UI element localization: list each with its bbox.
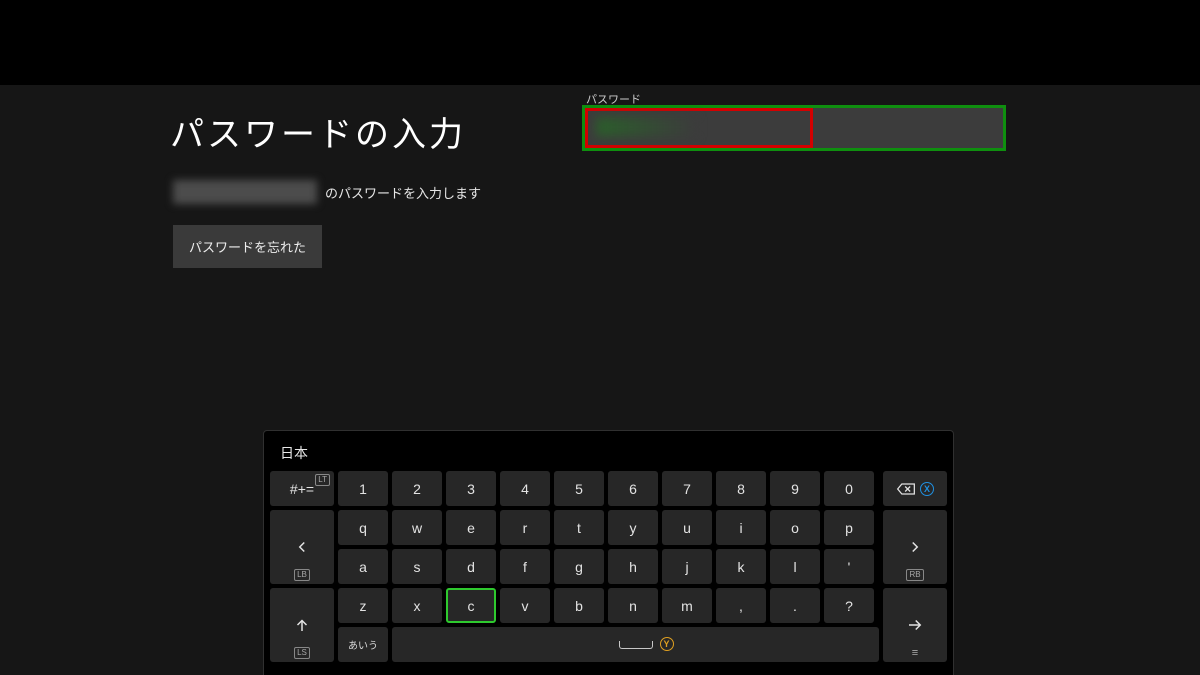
key-b[interactable]: b [554,588,604,623]
key-r[interactable]: r [500,510,550,545]
key-c[interactable]: c [446,588,496,623]
content-area: パスワードの入力 パスワード のパスワードを入力します パスワードを忘れた 日本… [0,85,1200,675]
key-g[interactable]: g [554,549,604,584]
space-icon [619,641,653,649]
password-input[interactable] [585,108,813,148]
key-8[interactable]: 8 [716,471,766,506]
key-4[interactable]: 4 [500,471,550,506]
key-apostrophe[interactable]: ' [824,549,874,584]
key-s[interactable]: s [392,549,442,584]
key-m[interactable]: m [662,588,712,623]
key-1[interactable]: 1 [338,471,388,506]
keyboard-language: 日本 [270,437,947,471]
symbol-mode-key[interactable]: #+= LT [270,471,334,506]
key-w[interactable]: w [392,510,442,545]
key-n[interactable]: n [608,588,658,623]
key-o[interactable]: o [770,510,820,545]
chevron-left-icon [293,538,311,556]
kb-row-3: a s d f g h j k l ' [338,549,879,584]
key-u[interactable]: u [662,510,712,545]
forgot-password-button[interactable]: パスワードを忘れた [173,225,322,268]
backspace-key[interactable]: X [883,471,947,506]
keyboard-left-column: #+= LT LB LS [270,471,334,662]
key-a[interactable]: a [338,549,388,584]
key-6[interactable]: 6 [608,471,658,506]
space-key[interactable]: Y [392,627,879,662]
kb-row-space: あいう Y [338,627,879,662]
key-v[interactable]: v [500,588,550,623]
kana-mode-key[interactable]: あいう [338,627,388,662]
key-q[interactable]: q [338,510,388,545]
top-bar [0,0,1200,85]
key-7[interactable]: 7 [662,471,712,506]
key-e[interactable]: e [446,510,496,545]
key-j[interactable]: j [662,549,712,584]
key-p[interactable]: p [824,510,874,545]
kb-row-4: z x c v b n m , . ? [338,588,879,623]
key-y[interactable]: y [608,510,658,545]
key-comma[interactable]: , [716,588,766,623]
key-2[interactable]: 2 [392,471,442,506]
enter-key[interactable]: ≡ [883,588,947,662]
key-k[interactable]: k [716,549,766,584]
keyboard-right-column: X RB ≡ [883,471,947,662]
password-value-redacted [596,117,696,137]
on-screen-keyboard: 日本 #+= LT LB LS 1 [263,430,954,675]
key-i[interactable]: i [716,510,766,545]
shift-key[interactable]: LS [270,588,334,662]
keyboard-main-grid: 1 2 3 4 5 6 7 8 9 0 q w e r t y [338,471,879,662]
user-prompt-suffix: のパスワードを入力します [325,183,481,202]
key-h[interactable]: h [608,549,658,584]
key-0[interactable]: 0 [824,471,874,506]
username-redacted [173,180,317,204]
key-l[interactable]: l [770,549,820,584]
key-question[interactable]: ? [824,588,874,623]
backspace-icon [896,482,916,496]
key-z[interactable]: z [338,588,388,623]
password-input-highlight[interactable] [582,105,1006,151]
kb-row-2: q w e r t y u i o p [338,510,879,545]
key-f[interactable]: f [500,549,550,584]
user-prompt-row: のパスワードを入力します [173,180,481,204]
kb-row-1: 1 2 3 4 5 6 7 8 9 0 [338,471,879,506]
nav-left-key[interactable]: LB [270,510,334,584]
chevron-right-icon [906,538,924,556]
key-d[interactable]: d [446,549,496,584]
key-9[interactable]: 9 [770,471,820,506]
key-t[interactable]: t [554,510,604,545]
key-3[interactable]: 3 [446,471,496,506]
key-period[interactable]: . [770,588,820,623]
nav-right-key[interactable]: RB [883,510,947,584]
key-x[interactable]: x [392,588,442,623]
key-5[interactable]: 5 [554,471,604,506]
shift-arrow-icon [293,616,311,634]
arrow-right-icon [906,616,924,634]
page-title: パスワードの入力 [170,107,466,156]
